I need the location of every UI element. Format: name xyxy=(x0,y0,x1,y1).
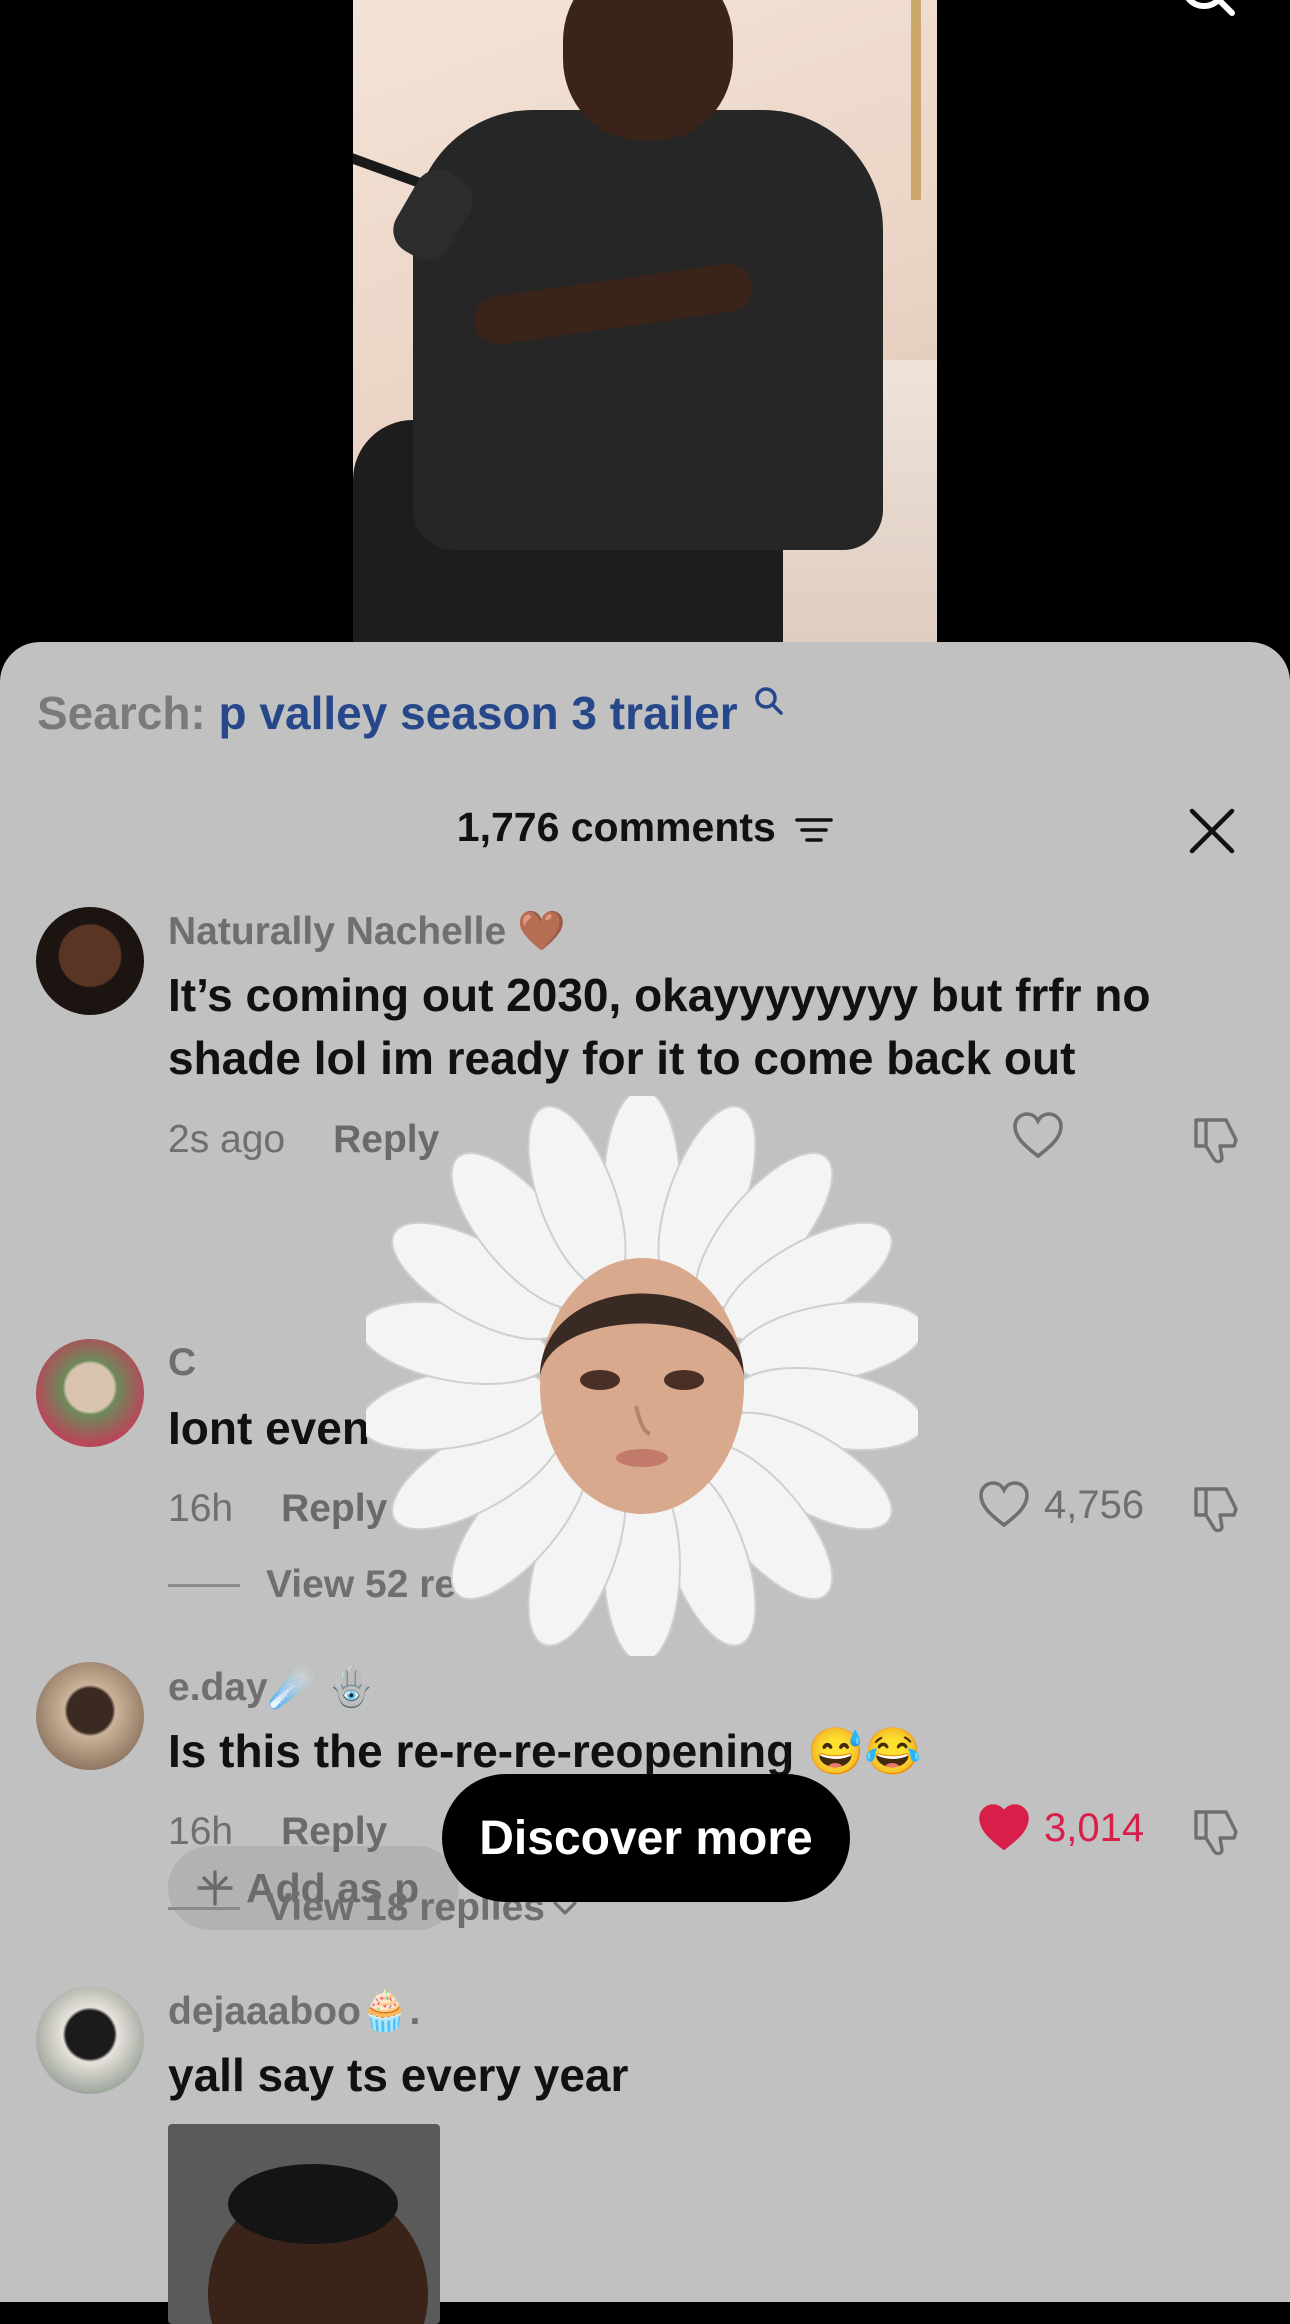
comment-meta: 16h Reply xyxy=(168,1810,387,1854)
reply-button[interactable]: Reply xyxy=(281,1810,387,1853)
video-lamp xyxy=(911,0,921,200)
search-prefix: Search: xyxy=(37,687,206,739)
avatar[interactable] xyxy=(36,907,144,1015)
heart-icon xyxy=(1013,1112,1063,1159)
filter-icon[interactable] xyxy=(795,815,834,845)
comment-time: 2s ago xyxy=(168,1118,286,1161)
like-count: 3,014 xyxy=(1044,1805,1145,1850)
comments-count: 1,776 comments xyxy=(456,804,776,850)
dislike-icon[interactable] xyxy=(1190,1483,1242,1535)
comment-time: 16h xyxy=(168,1487,234,1530)
like-button[interactable] xyxy=(1012,1112,1078,1160)
comment-image-hair xyxy=(228,2164,398,2244)
comment-meta: 16h Reply xyxy=(168,1487,387,1531)
video-player[interactable] xyxy=(0,0,1290,660)
comment-text: yall say ts every year xyxy=(168,2049,629,2101)
comments-header: 1,776 comments xyxy=(0,804,1290,851)
like-button[interactable]: 4,756 xyxy=(978,1481,1144,1529)
avatar[interactable] xyxy=(36,1339,144,1447)
comment-username[interactable]: Naturally Nachelle 🤎 xyxy=(168,908,566,954)
avatar[interactable] xyxy=(36,1662,144,1770)
search-icon xyxy=(755,687,784,715)
comment-image[interactable] xyxy=(168,2124,440,2324)
search-term[interactable]: p valley season 3 trailer xyxy=(219,687,738,739)
avatar[interactable] xyxy=(36,1986,144,2094)
discover-more-button[interactable]: Discover more xyxy=(442,1774,850,1902)
dislike-icon[interactable] xyxy=(1190,1114,1242,1166)
comment-username[interactable]: dejaaaboo🧁. xyxy=(168,1988,420,2034)
dislike-icon[interactable] xyxy=(1190,1806,1242,1858)
comment-username[interactable]: e.day☄️ 🪬 xyxy=(168,1664,376,1710)
flower-sticker xyxy=(366,1096,918,1656)
video-person-head xyxy=(563,0,733,140)
like-button[interactable]: 3,014 xyxy=(978,1804,1144,1852)
replies-divider xyxy=(168,1583,240,1587)
heart-icon xyxy=(979,1481,1029,1528)
search-icon[interactable] xyxy=(1176,0,1236,24)
replies-divider xyxy=(168,1906,240,1910)
comment-text: It’s coming out 2030, okayyyyyyyy but fr… xyxy=(168,969,1151,1084)
close-icon[interactable] xyxy=(1186,805,1238,857)
comment-time: 16h xyxy=(168,1810,234,1853)
like-count: 4,756 xyxy=(1044,1482,1145,1527)
video-frame xyxy=(353,0,937,660)
heart-icon xyxy=(979,1804,1029,1851)
comment-username[interactable]: C xyxy=(168,1341,196,1385)
search-suggestion[interactable]: Search: p valley season 3 trailer xyxy=(37,686,784,740)
